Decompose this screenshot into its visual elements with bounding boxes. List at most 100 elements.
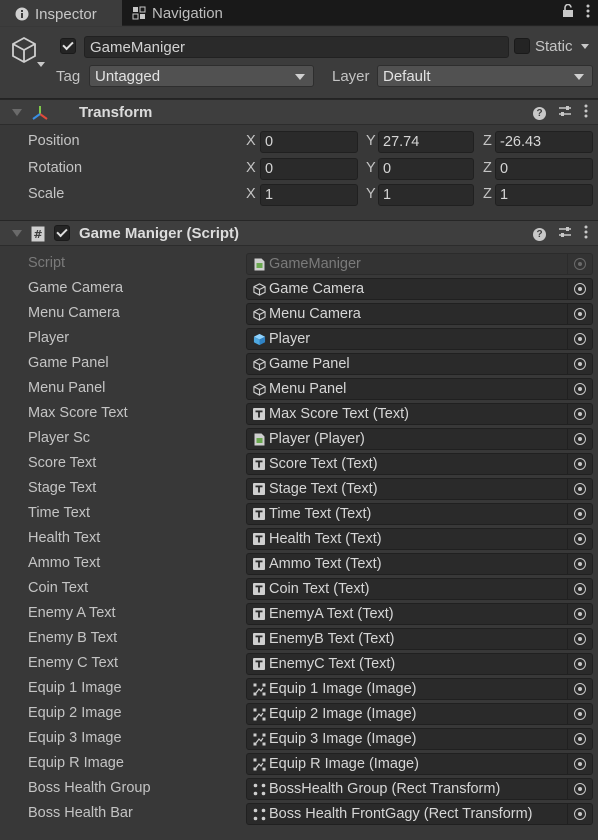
gameobject-cube-icon[interactable] xyxy=(10,36,38,68)
axis-label-x[interactable]: X xyxy=(246,133,256,149)
game-panel-object-field[interactable]: Game Panel xyxy=(246,353,568,375)
game-camera-object-field[interactable]: Game Camera xyxy=(246,278,568,300)
transform-header[interactable]: Transform ? xyxy=(0,99,598,125)
menu-panel-object-field[interactable]: Menu Panel xyxy=(246,378,568,400)
stage-text-object-field[interactable]: Stage Text (Text) xyxy=(246,478,568,500)
axis-label-x[interactable]: X xyxy=(246,186,256,202)
layer-dropdown[interactable]: Default xyxy=(377,65,593,87)
object-picker-button[interactable] xyxy=(568,703,593,725)
presets-icon[interactable] xyxy=(558,225,572,243)
object-picker-button[interactable] xyxy=(568,428,593,450)
boss-health-group-object-field[interactable]: BossHealth Group (Rect Transform) xyxy=(246,778,568,800)
object-picker-button[interactable] xyxy=(568,578,593,600)
time-text-object-field[interactable]: Time Text (Text) xyxy=(246,503,568,525)
scale-z-input[interactable]: 1 xyxy=(495,184,593,206)
more-options-icon[interactable] xyxy=(584,104,588,122)
object-picker-button[interactable] xyxy=(568,353,593,375)
menu-camera-object-field[interactable]: Menu Camera xyxy=(246,303,568,325)
object-picker-button[interactable] xyxy=(568,378,593,400)
gameobject-name-input[interactable]: GameManiger xyxy=(84,36,509,58)
object-picker-button[interactable] xyxy=(568,503,593,525)
tag-dropdown[interactable]: Untagged xyxy=(89,65,314,87)
boss-health-bar-object-field[interactable]: Boss Health FrontGagy (Rect Transform) xyxy=(246,803,568,825)
svg-text:#: # xyxy=(33,228,42,241)
object-picker-button[interactable] xyxy=(568,328,593,350)
object-picker-button[interactable] xyxy=(568,728,593,750)
scale-x-input[interactable]: 1 xyxy=(260,184,358,206)
player-object-field[interactable]: Player xyxy=(246,328,568,350)
presets-icon[interactable] xyxy=(558,104,572,122)
rotation-z-input[interactable]: 0 xyxy=(495,158,593,180)
foldout-arrow-icon[interactable] xyxy=(12,109,22,116)
transform-row-label[interactable]: Position xyxy=(28,133,80,149)
field-label: Game Camera xyxy=(28,280,124,296)
score-text-object-field[interactable]: Score Text (Text) xyxy=(246,453,568,475)
coin-text-object-field[interactable]: Coin Text (Text) xyxy=(246,578,568,600)
object-field-value: EnemyA Text (Text) xyxy=(269,606,394,622)
icon-dropdown-arrow-icon[interactable] xyxy=(37,62,45,67)
axis-label-y[interactable]: Y xyxy=(366,133,376,149)
field-row-score-text: Score Text Score Text (Text) xyxy=(0,452,598,477)
position-z-input[interactable]: -26.43 xyxy=(495,131,593,153)
object-picker-button[interactable] xyxy=(568,753,593,775)
position-x-input[interactable]: 0 xyxy=(260,131,358,153)
script-component-header[interactable]: # Game Maniger (Script) ? xyxy=(0,220,598,246)
axis-label-y[interactable]: Y xyxy=(366,186,376,202)
rotation-y-input[interactable]: 0 xyxy=(378,158,474,180)
transform-row-label[interactable]: Rotation xyxy=(28,160,82,176)
active-toggle-checkbox[interactable] xyxy=(60,38,76,54)
lock-icon[interactable] xyxy=(562,3,574,22)
scale-y-input[interactable]: 1 xyxy=(378,184,474,206)
enemy-c-text-object-field[interactable]: EnemyC Text (Text) xyxy=(246,653,568,675)
axis-label-z[interactable]: Z xyxy=(483,160,492,176)
player-sc-object-field[interactable]: Player (Player) xyxy=(246,428,568,450)
object-picker-button[interactable] xyxy=(568,403,593,425)
field-row-health-text: Health Text Health Text (Text) xyxy=(0,527,598,552)
axis-label-y[interactable]: Y xyxy=(366,160,376,176)
more-options-icon[interactable] xyxy=(586,4,590,22)
static-dropdown-arrow-icon[interactable] xyxy=(581,44,589,49)
field-label: Player xyxy=(28,330,70,346)
help-icon[interactable]: ? xyxy=(533,227,546,241)
more-options-icon[interactable] xyxy=(584,225,588,243)
health-text-object-field[interactable]: Health Text (Text) xyxy=(246,528,568,550)
script-enabled-checkbox[interactable] xyxy=(54,225,70,241)
text-component-icon xyxy=(252,483,266,495)
object-picker-button[interactable] xyxy=(568,453,593,475)
field-label: Boss Health Bar xyxy=(28,805,133,821)
field-row-enemy-c-text: Enemy C Text EnemyC Text (Text) xyxy=(0,652,598,677)
ammo-text-object-field[interactable]: Ammo Text (Text) xyxy=(246,553,568,575)
max-score-text-object-field[interactable]: Max Score Text (Text) xyxy=(246,403,568,425)
object-picker-button[interactable] xyxy=(568,653,593,675)
tab-navigation[interactable]: Navigation xyxy=(132,0,223,26)
object-picker-button[interactable] xyxy=(568,803,593,825)
static-checkbox[interactable] xyxy=(514,38,530,54)
equip-1-image-object-field[interactable]: Equip 1 Image (Image) xyxy=(246,678,568,700)
object-picker-button[interactable] xyxy=(568,278,593,300)
axis-label-x[interactable]: X xyxy=(246,160,256,176)
enemy-a-text-object-field[interactable]: EnemyA Text (Text) xyxy=(246,603,568,625)
equip-2-image-object-field[interactable]: Equip 2 Image (Image) xyxy=(246,703,568,725)
object-picker-button[interactable] xyxy=(568,628,593,650)
object-picker-button[interactable] xyxy=(568,528,593,550)
equip-r-image-object-field[interactable]: Equip R Image (Image) xyxy=(246,753,568,775)
equip-3-image-object-field[interactable]: Equip 3 Image (Image) xyxy=(246,728,568,750)
position-y-input[interactable]: 27.74 xyxy=(378,131,474,153)
foldout-arrow-icon[interactable] xyxy=(12,230,22,237)
object-picker-icon xyxy=(574,383,586,395)
help-icon[interactable]: ? xyxy=(533,106,546,120)
tab-inspector[interactable]: Inspector xyxy=(0,0,122,26)
object-picker-button[interactable] xyxy=(568,553,593,575)
object-picker-button[interactable] xyxy=(568,603,593,625)
field-row-ammo-text: Ammo Text Ammo Text (Text) xyxy=(0,552,598,577)
text-component-icon xyxy=(252,583,266,595)
axis-label-z[interactable]: Z xyxy=(483,186,492,202)
enemy-b-text-object-field[interactable]: EnemyB Text (Text) xyxy=(246,628,568,650)
axis-label-z[interactable]: Z xyxy=(483,133,492,149)
object-picker-button[interactable] xyxy=(568,678,593,700)
object-picker-button[interactable] xyxy=(568,778,593,800)
object-picker-button[interactable] xyxy=(568,478,593,500)
object-picker-button[interactable] xyxy=(568,303,593,325)
transform-row-label[interactable]: Scale xyxy=(28,186,64,202)
rotation-x-input[interactable]: 0 xyxy=(260,158,358,180)
